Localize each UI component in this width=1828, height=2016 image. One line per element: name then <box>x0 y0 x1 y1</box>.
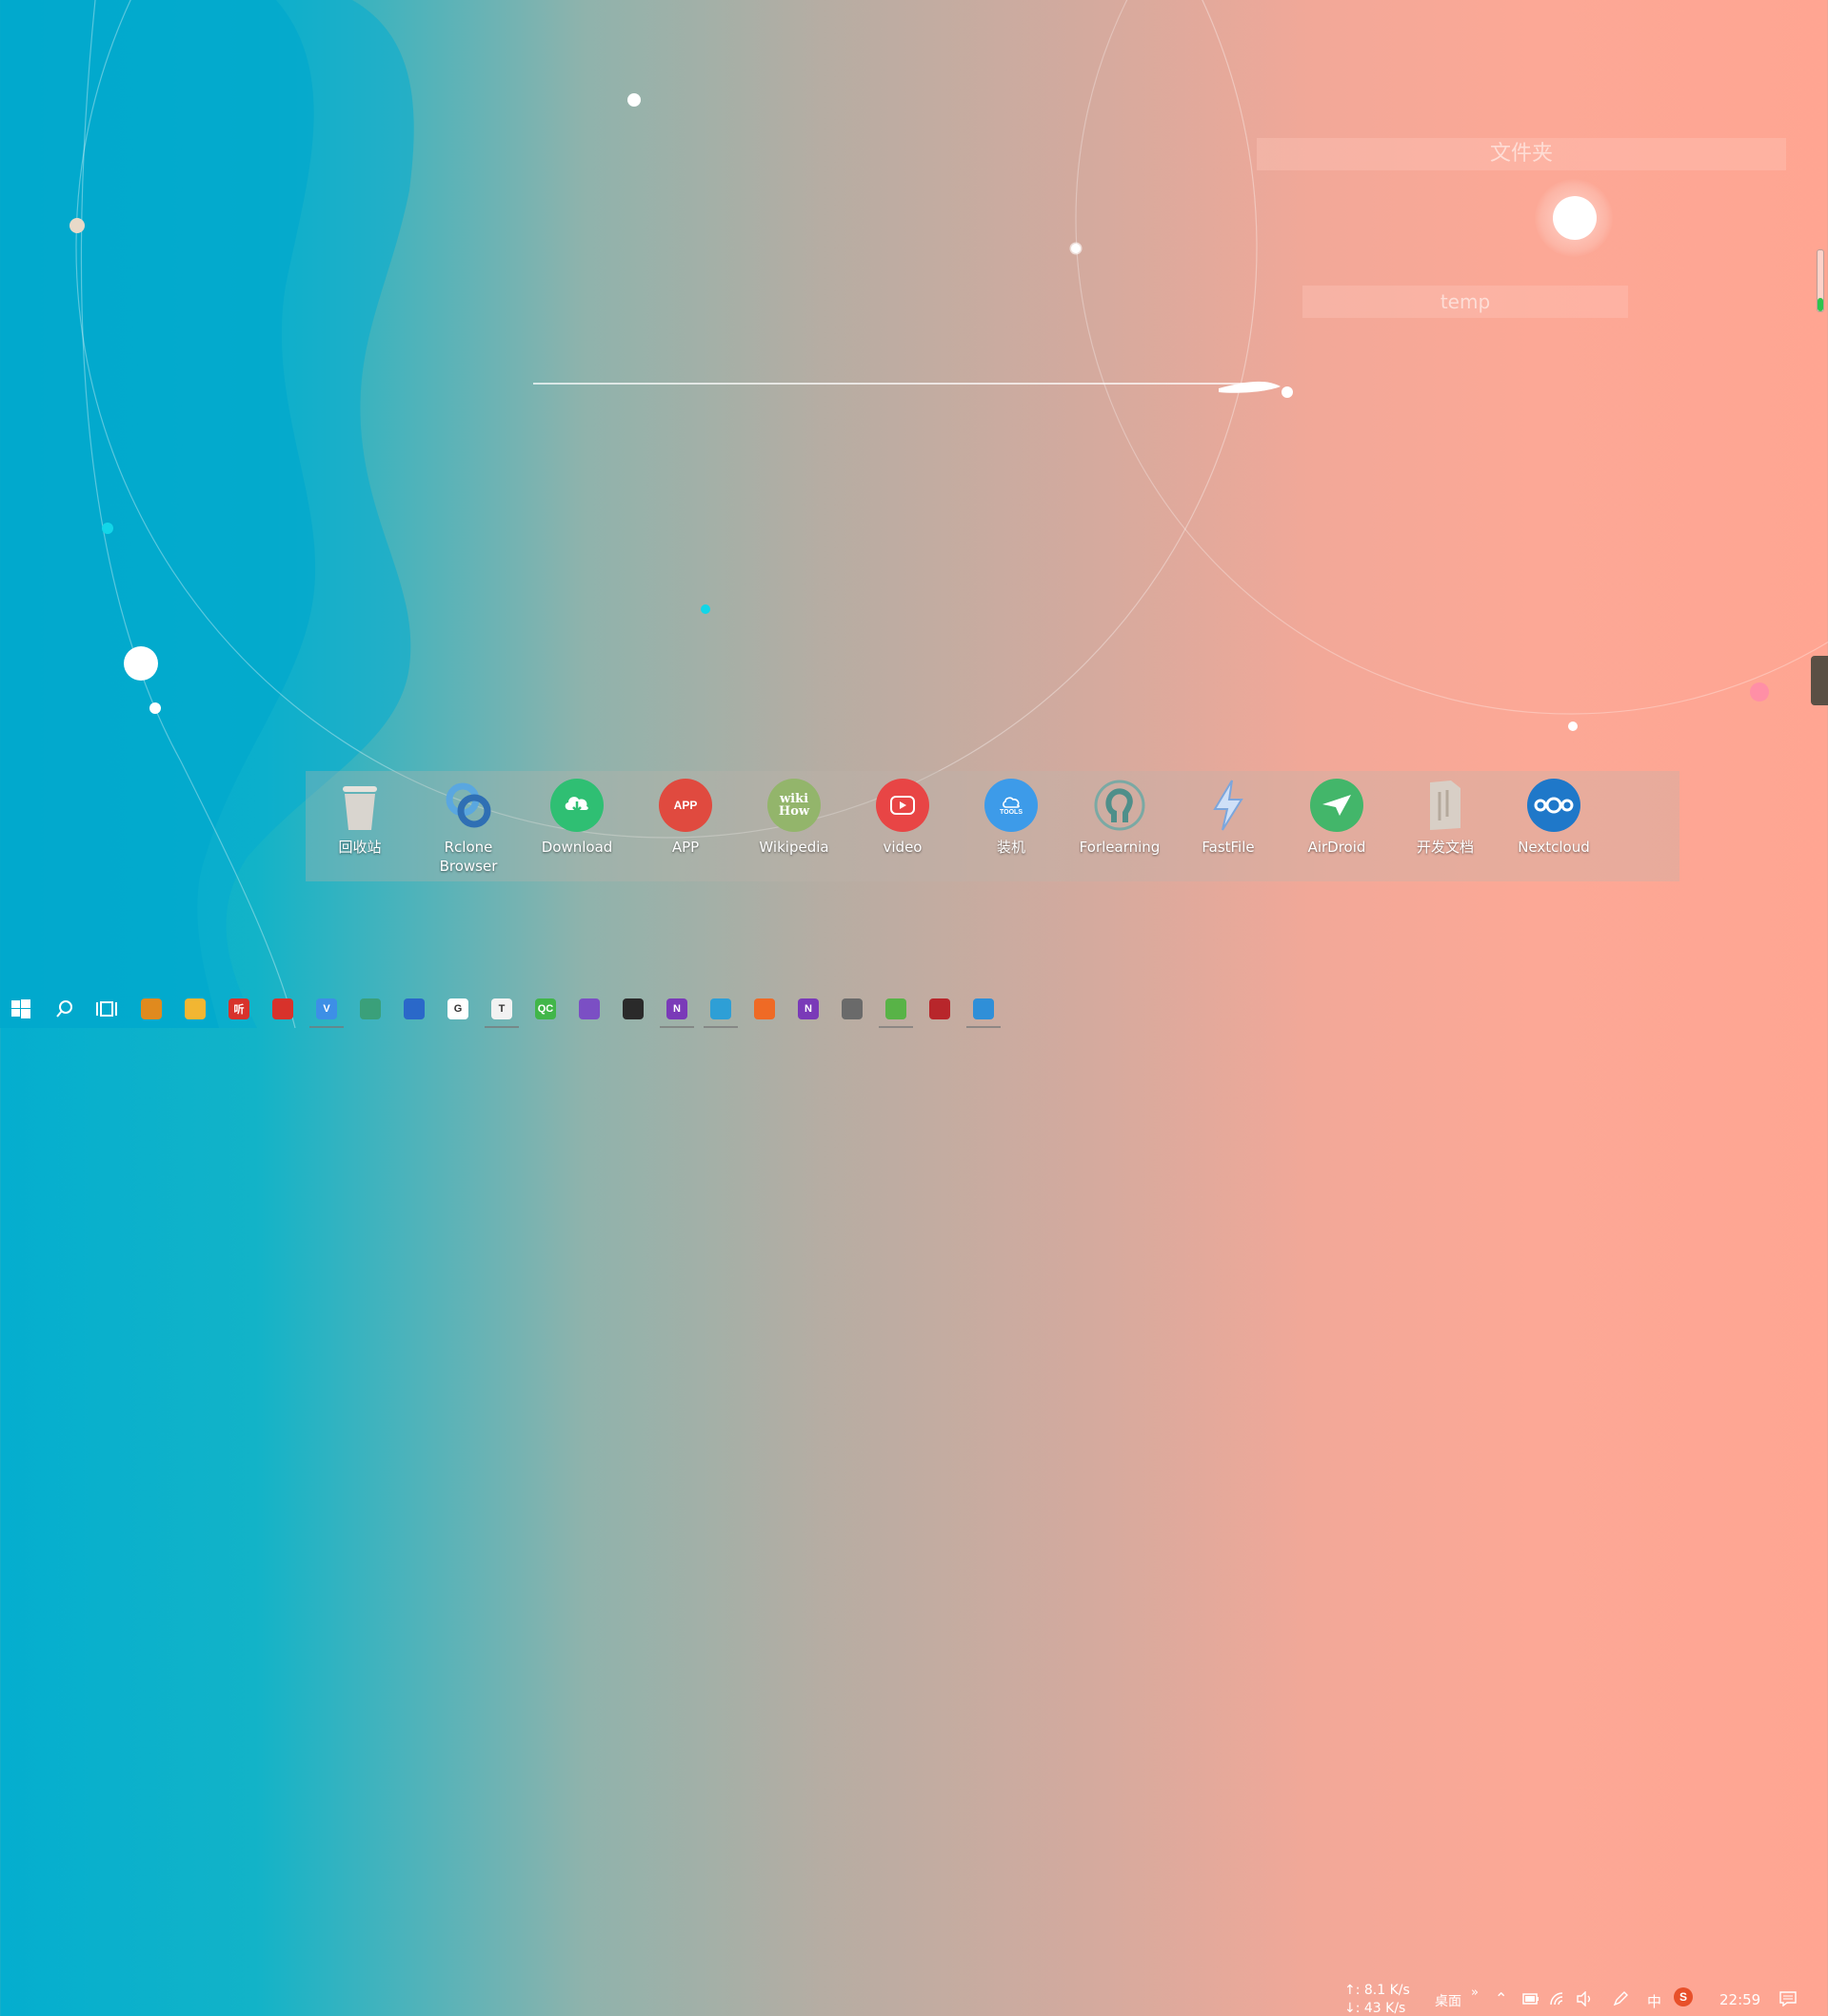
open-source-icon <box>1093 779 1146 832</box>
dock-label: Rclone Browser <box>439 839 498 875</box>
lightning-icon <box>1202 779 1255 832</box>
windows-start-icon[interactable] <box>8 996 34 1022</box>
dock-item-wikipedia[interactable]: wiki How Wikipedia <box>744 771 844 881</box>
dock-item-recycle-bin[interactable]: 回收站 <box>309 771 410 881</box>
battery-icon[interactable] <box>1518 1986 1544 2012</box>
grammarly-icon[interactable]: G <box>447 998 468 1019</box>
dock-label: Forlearning <box>1079 839 1161 856</box>
dock-label: 回收站 <box>338 839 382 856</box>
terminal-icon[interactable] <box>360 998 381 1019</box>
notification-center-icon[interactable] <box>1775 1986 1801 2012</box>
cloud-tools-icon: TOOLS <box>984 779 1038 832</box>
recycle-bin-icon <box>333 779 387 832</box>
nextcloud-icon <box>1527 779 1580 832</box>
rclone-icon <box>442 779 495 832</box>
dock-label: APP <box>671 839 700 856</box>
chevron-up-icon[interactable]: ⌃ <box>1495 1989 1507 2007</box>
fence-folder-title[interactable]: 文件夹 <box>1257 138 1786 170</box>
task-view-icon[interactable] <box>93 996 120 1022</box>
dock-item-video[interactable]: video <box>852 771 953 881</box>
dock-item-setup[interactable]: TOOLS 装机 <box>961 771 1062 881</box>
dock-item-dev-docs[interactable]: 开发文档 <box>1395 771 1496 881</box>
sogou-ime-icon[interactable]: S <box>1674 1987 1693 2006</box>
app-icon: APP <box>659 779 712 832</box>
network-upload-speed: ↑: 8.1 K/s <box>1344 1983 1410 1998</box>
side-level-indicator[interactable] <box>1817 249 1824 312</box>
visual-studio-icon[interactable] <box>579 998 600 1019</box>
network-download-speed: ↓: 43 K/s <box>1344 2001 1406 2016</box>
desktop-toolbar-label[interactable]: 桌面 <box>1435 1991 1461 2010</box>
app-badge-text: APP <box>673 799 698 812</box>
tools-text: TOOLS <box>1000 808 1023 816</box>
wifi-icon[interactable] <box>1544 1986 1571 2012</box>
taskbar: 听 V G T QC N N ↑: 8.1 K/s ↓: 43 K/s 桌面 » ⌃ 中 S… <box>0 990 1828 2016</box>
onenote-2-icon[interactable]: N <box>798 998 819 1019</box>
listen-app-icon[interactable]: 听 <box>228 998 249 1019</box>
file-explorer-icon[interactable] <box>185 998 206 1019</box>
dock-label: 开发文档 <box>1416 839 1474 856</box>
edge-icon[interactable] <box>973 998 994 1019</box>
sun-orb <box>1553 196 1597 240</box>
onenote-icon[interactable]: N <box>666 998 687 1019</box>
device-icon[interactable] <box>842 998 863 1019</box>
clover-icon[interactable] <box>885 998 906 1019</box>
pdf-editor-icon[interactable] <box>929 998 950 1019</box>
vivaldi-icon[interactable]: V <box>316 998 337 1019</box>
nvidia-icon[interactable] <box>623 998 644 1019</box>
netease-music-icon[interactable] <box>272 998 293 1019</box>
dock-label: AirDroid <box>1307 839 1366 856</box>
dock-label: Nextcloud <box>1518 839 1590 856</box>
edge-can-icon[interactable] <box>710 998 731 1019</box>
notepad-icon[interactable] <box>404 998 425 1019</box>
dock-label: 装机 <box>996 839 1025 856</box>
dock-item-app[interactable]: APP APP <box>635 771 736 881</box>
wikihow-icon: wiki How <box>767 779 821 832</box>
video-icon <box>876 779 929 832</box>
volume-icon[interactable] <box>1571 1986 1598 2012</box>
dock-item-airdroid[interactable]: AirDroid <box>1286 771 1387 881</box>
fence-temp-title[interactable]: temp <box>1302 286 1628 318</box>
qt-creator-icon[interactable]: QC <box>535 998 556 1019</box>
document-folder-icon <box>1419 779 1472 832</box>
dock-item-rclone-browser[interactable]: Rclone Browser <box>418 771 519 881</box>
dock-item-forlearning[interactable]: Forlearning <box>1069 771 1170 881</box>
search-icon[interactable] <box>51 996 78 1022</box>
dock-label: FastFile <box>1202 839 1255 856</box>
dock-item-fastfile[interactable]: FastFile <box>1178 771 1279 881</box>
input-method-indicator[interactable]: 中 <box>1647 1991 1661 2011</box>
dock-label: Wikipedia <box>759 839 829 856</box>
dock-label: Download <box>541 839 613 856</box>
pen-icon[interactable] <box>1607 1986 1634 2012</box>
typora-icon[interactable]: T <box>491 998 512 1019</box>
wikihow-text: wiki How <box>778 792 810 819</box>
everything-search-icon[interactable] <box>141 998 162 1019</box>
dock-item-nextcloud[interactable]: Nextcloud <box>1503 771 1604 881</box>
side-drawer-tab[interactable] <box>1811 656 1828 705</box>
dock-label: video <box>883 839 923 856</box>
chevron-double-right-icon[interactable]: » <box>1471 1986 1479 2000</box>
firefox-icon[interactable] <box>754 998 775 1019</box>
clock[interactable]: 22:59 <box>1719 1991 1760 2008</box>
dock-item-download[interactable]: Download <box>527 771 627 881</box>
desktop-dock: 回收站 Rclone Browser Download APP APP wiki… <box>306 771 1679 881</box>
airdroid-icon <box>1310 779 1363 832</box>
download-icon <box>550 779 604 832</box>
level-fill <box>1818 298 1823 311</box>
